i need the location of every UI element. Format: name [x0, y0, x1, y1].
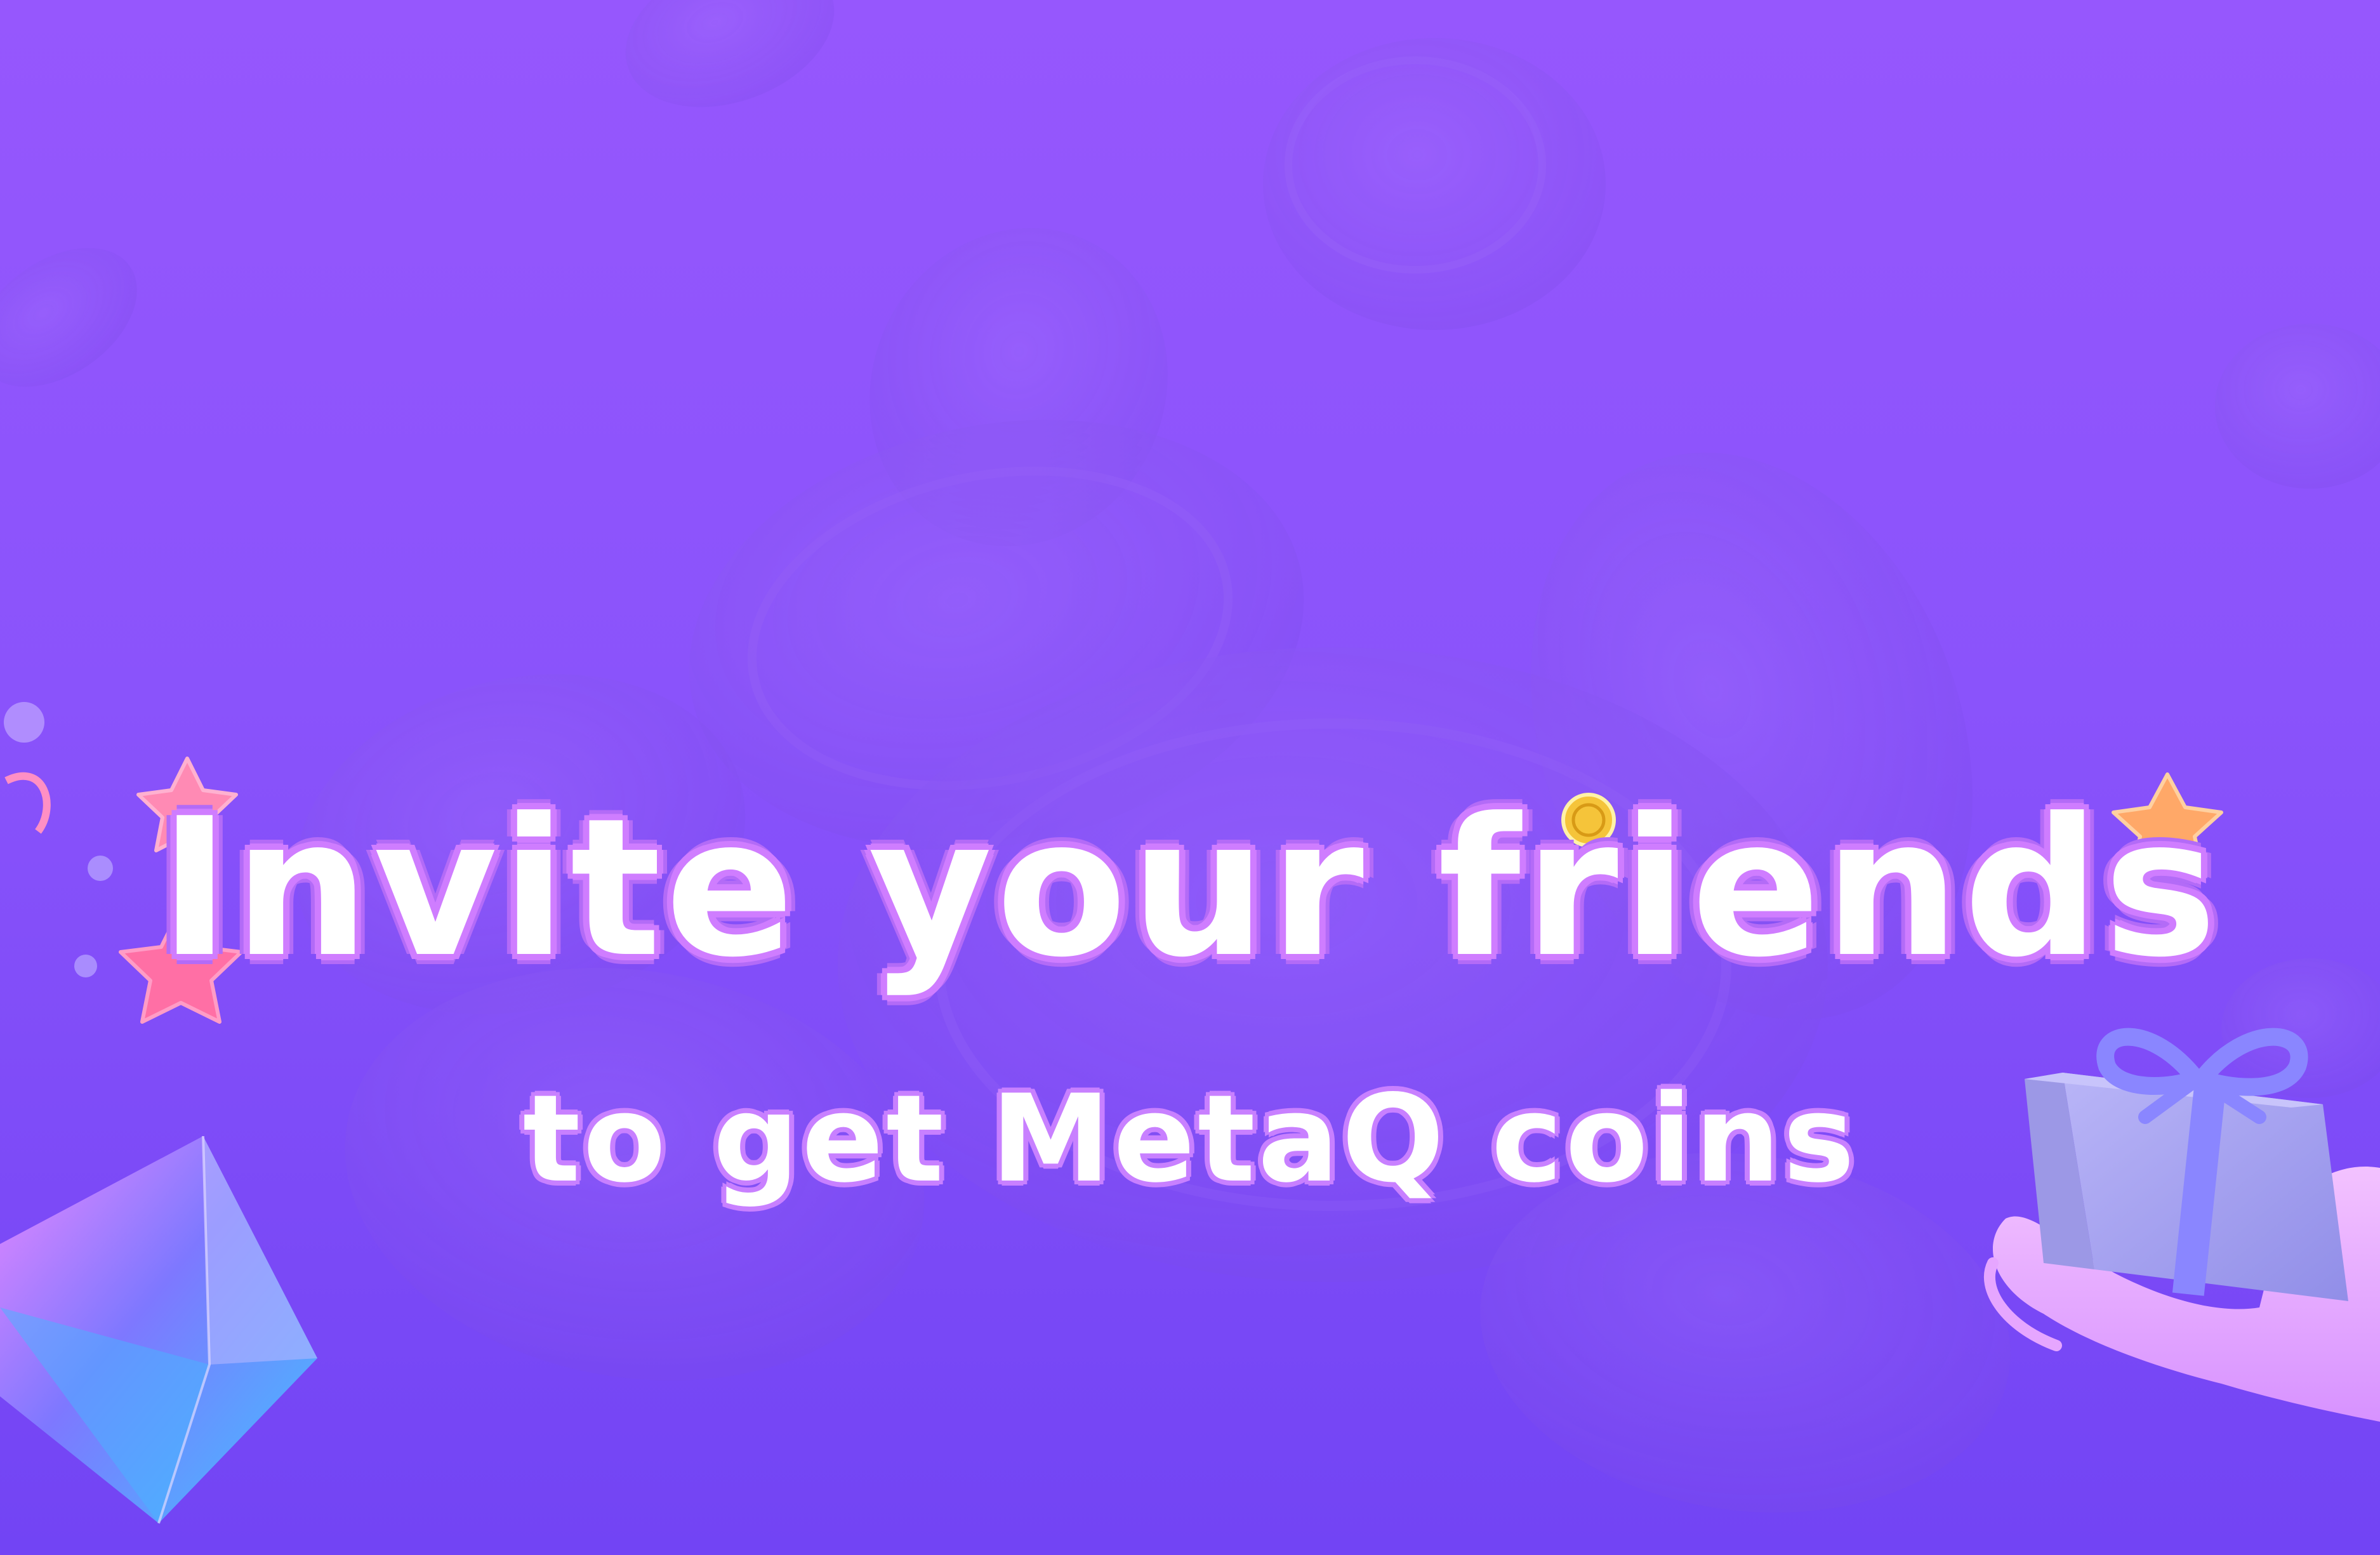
promo-banner: Invite your friends to get MetaQ coins [0, 0, 2380, 1555]
bubble-icon [4, 702, 44, 743]
coin-icon [2215, 324, 2380, 489]
coin-icon [625, 0, 835, 107]
background-coins [0, 0, 2380, 1513]
coin-icon [0, 248, 137, 387]
headline: Invite your friends [159, 777, 2221, 999]
subline: to get MetaQ coins [522, 1069, 1858, 1209]
coin-icon [1263, 38, 1606, 330]
